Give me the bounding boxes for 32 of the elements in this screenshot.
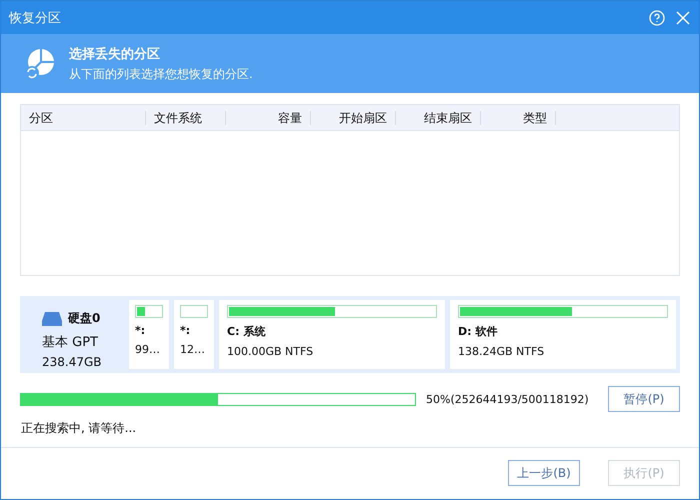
back-button[interactable]: 上一步(B)	[508, 460, 580, 486]
partition-card[interactable]: D: 软件 138.24GB NTFS	[450, 300, 676, 369]
partition-info: 12…	[180, 343, 206, 356]
partition-label: D: 软件	[458, 324, 498, 339]
partition-card[interactable]: *: 12…	[174, 300, 214, 369]
header-subtitle: 从下面的列表选择您想恢复的分区.	[69, 66, 253, 82]
partition-info: 100.00GB NTFS	[227, 345, 314, 358]
partition-info: 99…	[135, 343, 161, 356]
header-title: 选择丢失的分区	[69, 46, 161, 62]
disk-type: 基本 GPT	[42, 334, 99, 351]
partition-label: C: 系统	[227, 324, 266, 339]
progress-reading: 50%(252644193/500118192)	[426, 392, 590, 406]
column-header[interactable]: 结束扇区	[424, 110, 472, 124]
column-header[interactable]: 开始扇区	[339, 110, 387, 124]
column-header[interactable]: 文件系统	[154, 110, 202, 124]
column-header[interactable]: 分区	[29, 110, 53, 124]
help-icon[interactable]	[649, 10, 665, 26]
partition-label: *:	[180, 324, 192, 337]
column-header[interactable]: 容量	[278, 110, 302, 124]
column-header[interactable]: 类型	[523, 110, 547, 124]
disk-icon	[42, 310, 62, 326]
pause-button[interactable]: 暂停(P)	[608, 386, 680, 412]
disk-name: 硬盘0	[68, 310, 100, 327]
partition-info: 138.24GB NTFS	[458, 345, 546, 358]
close-icon[interactable]	[675, 10, 691, 26]
partition-card[interactable]: C: 系统 100.00GB NTFS	[219, 300, 445, 369]
disk-size: 238.47GB	[42, 355, 103, 369]
partition-label: *:	[135, 324, 146, 337]
status-text: 正在搜索中, 请等待...	[21, 420, 138, 437]
usage-bar	[180, 305, 208, 318]
partition-card[interactable]: *: 99…	[129, 300, 169, 369]
window-title: 恢复分区	[9, 10, 62, 26]
